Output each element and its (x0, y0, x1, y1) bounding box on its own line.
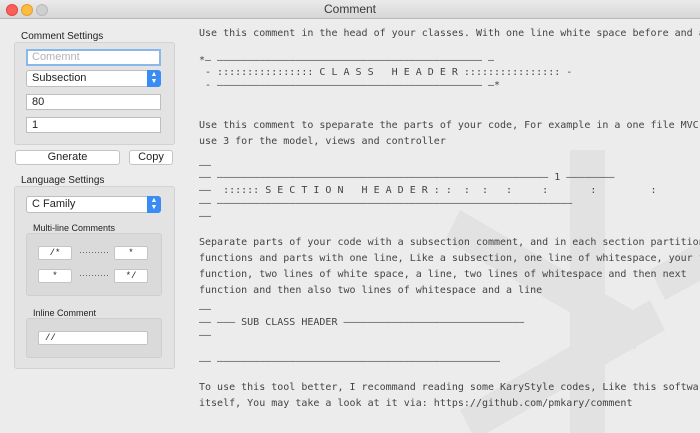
width-field[interactable]: 80 (26, 94, 161, 110)
sub-line-3: —— (199, 330, 212, 341)
generate-button[interactable]: Gnerate (15, 150, 120, 165)
section-line-5: —— (199, 211, 212, 222)
subsection-description-text: Separate parts of your code with a subse… (199, 237, 700, 296)
title-bar: Comment (0, 0, 700, 19)
sub-line-4: —— —————————————————————————————————————… (199, 356, 501, 367)
block-start-open-field[interactable]: /* (38, 246, 72, 260)
comment-input[interactable]: Comemnt (26, 49, 161, 66)
sub-class-header-line: —— ——— SUB CLASS HEADER ————————————————… (199, 317, 525, 328)
block-end-open-field[interactable]: * (38, 269, 72, 283)
section-line-4: —— —————————————————————————————————————… (199, 198, 573, 209)
multiline-comments-label: Multi-line Comments (33, 223, 116, 233)
inline-comment-label: Inline Comment (33, 308, 97, 318)
select-arrows-icon: ▲ ▼ (147, 70, 161, 87)
class-header-line-3: - ——————————————————————————————————————… (199, 80, 501, 91)
comment-type-select[interactable]: Subsection ▲ ▼ (26, 70, 161, 87)
comment-type-value: Subsection (32, 72, 87, 84)
language-value: C Family (32, 198, 76, 210)
app-window: Comment Comment Settings Comemnt Subsect… (0, 0, 700, 433)
multiline-comments-box (26, 233, 162, 296)
language-select[interactable]: C Family ▲ ▼ (26, 196, 161, 213)
dots-separator: ·········· (79, 247, 109, 257)
inline-comment-field[interactable]: // (38, 331, 148, 345)
language-settings-label: Language Settings (21, 175, 105, 186)
level-field[interactable]: 1 (26, 117, 161, 133)
preview-intro-text: Use this comment in the head of your cla… (199, 28, 700, 39)
block-end-close-field[interactable]: */ (114, 269, 148, 283)
copy-button[interactable]: Copy (129, 150, 173, 165)
window-title: Comment (323, 2, 376, 16)
block-start-close-field[interactable]: * (114, 246, 148, 260)
select-arrows-icon: ▲ ▼ (147, 196, 161, 213)
usage-tip-text: To use this tool better, I recommand rea… (199, 382, 700, 409)
comment-settings-label: Comment Settings (21, 31, 104, 42)
dots-separator: ·········· (79, 270, 109, 280)
section-description-text: Use this comment to speparate the parts … (199, 120, 699, 147)
